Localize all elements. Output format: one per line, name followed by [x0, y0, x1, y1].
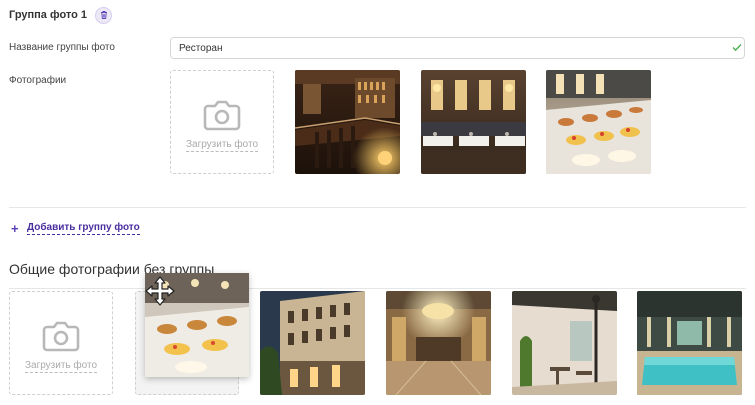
add-group-label: Добавить группу фото — [27, 222, 140, 235]
common-photo-lobby[interactable] — [386, 291, 491, 395]
group-divider — [9, 207, 746, 208]
restaurant-hall-photo — [421, 70, 526, 174]
upload-label: Загрузить фото — [24, 360, 98, 373]
group-title: Группа фото 1 — [9, 9, 88, 21]
restaurant-bar-photo — [295, 70, 400, 174]
camera-icon — [42, 321, 80, 352]
page: Группа фото 1 Название группы фото Фотог… — [0, 0, 755, 405]
group-header: Группа фото 1 — [9, 6, 113, 24]
group-photo-bar[interactable] — [295, 70, 400, 174]
indoor-pool-photo — [637, 291, 742, 395]
move-cursor-icon — [145, 276, 175, 306]
hotel-lobby-photo — [386, 291, 491, 395]
check-icon — [732, 44, 742, 52]
photos-label: Фотографии — [9, 75, 67, 86]
camera-icon — [203, 100, 241, 131]
common-photo-terrace[interactable] — [512, 291, 617, 395]
section-divider — [9, 288, 746, 289]
add-group-link[interactable]: + Добавить группу фото — [11, 222, 140, 235]
group-upload-photo-button[interactable]: Загрузить фото — [170, 70, 274, 174]
buffet-desserts-photo — [546, 70, 651, 174]
group-name-label: Название группы фото — [9, 42, 115, 53]
common-upload-photo-button[interactable]: Загрузить фото — [9, 291, 113, 395]
trash-icon — [100, 11, 107, 19]
plus-icon: + — [11, 220, 19, 236]
common-photo-facade[interactable] — [260, 291, 365, 395]
hotel-facade-photo — [260, 291, 365, 395]
upload-label: Загрузить фото — [185, 139, 259, 152]
delete-group-button[interactable] — [95, 6, 113, 24]
group-photo-hall[interactable] — [421, 70, 526, 174]
group-photo-desserts[interactable] — [546, 70, 651, 174]
terrace-photo — [512, 291, 617, 395]
common-photo-pool[interactable] — [637, 291, 742, 395]
group-name-input[interactable] — [170, 37, 745, 59]
